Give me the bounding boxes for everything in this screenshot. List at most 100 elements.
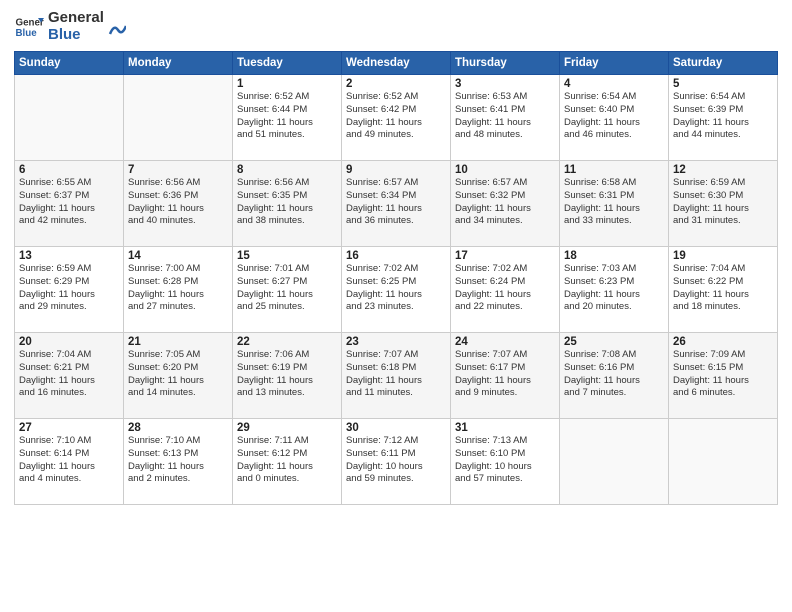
day-info: Sunrise: 7:09 AM Sunset: 6:15 PM Dayligh… <box>673 349 773 400</box>
weekday-header-friday: Friday <box>560 52 669 75</box>
day-number: 2 <box>346 78 446 90</box>
calendar-cell: 24Sunrise: 7:07 AM Sunset: 6:17 PM Dayli… <box>451 333 560 419</box>
day-number: 20 <box>19 336 119 348</box>
day-number: 12 <box>673 164 773 176</box>
weekday-header-monday: Monday <box>124 52 233 75</box>
day-info: Sunrise: 7:02 AM Sunset: 6:24 PM Dayligh… <box>455 263 555 314</box>
calendar-cell: 5Sunrise: 6:54 AM Sunset: 6:39 PM Daylig… <box>669 75 778 161</box>
day-number: 11 <box>564 164 664 176</box>
day-info: Sunrise: 7:02 AM Sunset: 6:25 PM Dayligh… <box>346 263 446 314</box>
day-info: Sunrise: 7:08 AM Sunset: 6:16 PM Dayligh… <box>564 349 664 400</box>
weekday-header-tuesday: Tuesday <box>233 52 342 75</box>
calendar-cell: 31Sunrise: 7:13 AM Sunset: 6:10 PM Dayli… <box>451 419 560 505</box>
calendar-cell: 27Sunrise: 7:10 AM Sunset: 6:14 PM Dayli… <box>15 419 124 505</box>
day-number: 5 <box>673 78 773 90</box>
day-info: Sunrise: 7:04 AM Sunset: 6:22 PM Dayligh… <box>673 263 773 314</box>
logo-icon: General Blue <box>14 12 44 42</box>
calendar-cell: 1Sunrise: 6:52 AM Sunset: 6:44 PM Daylig… <box>233 75 342 161</box>
day-number: 15 <box>237 250 337 262</box>
weekday-header-saturday: Saturday <box>669 52 778 75</box>
day-number: 6 <box>19 164 119 176</box>
day-info: Sunrise: 7:05 AM Sunset: 6:20 PM Dayligh… <box>128 349 228 400</box>
day-number: 23 <box>346 336 446 348</box>
day-info: Sunrise: 7:12 AM Sunset: 6:11 PM Dayligh… <box>346 435 446 486</box>
week-row-1: 1Sunrise: 6:52 AM Sunset: 6:44 PM Daylig… <box>15 75 778 161</box>
day-number: 30 <box>346 422 446 434</box>
calendar-cell: 3Sunrise: 6:53 AM Sunset: 6:41 PM Daylig… <box>451 75 560 161</box>
calendar-cell: 18Sunrise: 7:03 AM Sunset: 6:23 PM Dayli… <box>560 247 669 333</box>
calendar-cell: 12Sunrise: 6:59 AM Sunset: 6:30 PM Dayli… <box>669 161 778 247</box>
day-number: 28 <box>128 422 228 434</box>
svg-text:Blue: Blue <box>16 28 38 39</box>
day-number: 29 <box>237 422 337 434</box>
calendar-cell: 2Sunrise: 6:52 AM Sunset: 6:42 PM Daylig… <box>342 75 451 161</box>
day-info: Sunrise: 6:53 AM Sunset: 6:41 PM Dayligh… <box>455 91 555 142</box>
day-info: Sunrise: 6:55 AM Sunset: 6:37 PM Dayligh… <box>19 177 119 228</box>
weekday-header-thursday: Thursday <box>451 52 560 75</box>
calendar-cell: 17Sunrise: 7:02 AM Sunset: 6:24 PM Dayli… <box>451 247 560 333</box>
day-info: Sunrise: 6:56 AM Sunset: 6:36 PM Dayligh… <box>128 177 228 228</box>
day-number: 19 <box>673 250 773 262</box>
day-info: Sunrise: 7:07 AM Sunset: 6:18 PM Dayligh… <box>346 349 446 400</box>
weekday-header-row: SundayMondayTuesdayWednesdayThursdayFrid… <box>15 52 778 75</box>
day-number: 25 <box>564 336 664 348</box>
day-info: Sunrise: 7:10 AM Sunset: 6:14 PM Dayligh… <box>19 435 119 486</box>
calendar-cell: 26Sunrise: 7:09 AM Sunset: 6:15 PM Dayli… <box>669 333 778 419</box>
calendar-cell <box>669 419 778 505</box>
calendar-cell: 23Sunrise: 7:07 AM Sunset: 6:18 PM Dayli… <box>342 333 451 419</box>
day-info: Sunrise: 6:56 AM Sunset: 6:35 PM Dayligh… <box>237 177 337 228</box>
day-number: 3 <box>455 78 555 90</box>
day-number: 10 <box>455 164 555 176</box>
calendar-cell <box>15 75 124 161</box>
day-info: Sunrise: 7:06 AM Sunset: 6:19 PM Dayligh… <box>237 349 337 400</box>
calendar-cell: 4Sunrise: 6:54 AM Sunset: 6:40 PM Daylig… <box>560 75 669 161</box>
day-info: Sunrise: 6:52 AM Sunset: 6:44 PM Dayligh… <box>237 91 337 142</box>
calendar-cell: 11Sunrise: 6:58 AM Sunset: 6:31 PM Dayli… <box>560 161 669 247</box>
day-number: 27 <box>19 422 119 434</box>
calendar-cell: 13Sunrise: 6:59 AM Sunset: 6:29 PM Dayli… <box>15 247 124 333</box>
header: General Blue General Blue <box>14 10 778 43</box>
day-info: Sunrise: 7:00 AM Sunset: 6:28 PM Dayligh… <box>128 263 228 314</box>
calendar-cell: 10Sunrise: 6:57 AM Sunset: 6:32 PM Dayli… <box>451 161 560 247</box>
day-info: Sunrise: 6:52 AM Sunset: 6:42 PM Dayligh… <box>346 91 446 142</box>
calendar-table: SundayMondayTuesdayWednesdayThursdayFrid… <box>14 51 778 505</box>
day-number: 22 <box>237 336 337 348</box>
calendar-cell: 25Sunrise: 7:08 AM Sunset: 6:16 PM Dayli… <box>560 333 669 419</box>
day-info: Sunrise: 7:11 AM Sunset: 6:12 PM Dayligh… <box>237 435 337 486</box>
day-number: 7 <box>128 164 228 176</box>
logo-general: General <box>48 10 104 27</box>
day-number: 21 <box>128 336 228 348</box>
day-info: Sunrise: 6:54 AM Sunset: 6:40 PM Dayligh… <box>564 91 664 142</box>
calendar-cell: 20Sunrise: 7:04 AM Sunset: 6:21 PM Dayli… <box>15 333 124 419</box>
day-number: 16 <box>346 250 446 262</box>
day-number: 8 <box>237 164 337 176</box>
calendar-cell: 8Sunrise: 6:56 AM Sunset: 6:35 PM Daylig… <box>233 161 342 247</box>
logo: General Blue General Blue <box>14 10 126 43</box>
calendar-cell: 21Sunrise: 7:05 AM Sunset: 6:20 PM Dayli… <box>124 333 233 419</box>
logo-blue: Blue <box>48 27 104 44</box>
calendar-cell: 16Sunrise: 7:02 AM Sunset: 6:25 PM Dayli… <box>342 247 451 333</box>
day-number: 9 <box>346 164 446 176</box>
calendar-cell: 6Sunrise: 6:55 AM Sunset: 6:37 PM Daylig… <box>15 161 124 247</box>
day-info: Sunrise: 7:10 AM Sunset: 6:13 PM Dayligh… <box>128 435 228 486</box>
day-info: Sunrise: 7:07 AM Sunset: 6:17 PM Dayligh… <box>455 349 555 400</box>
day-number: 13 <box>19 250 119 262</box>
week-row-3: 13Sunrise: 6:59 AM Sunset: 6:29 PM Dayli… <box>15 247 778 333</box>
calendar-cell <box>560 419 669 505</box>
day-info: Sunrise: 6:54 AM Sunset: 6:39 PM Dayligh… <box>673 91 773 142</box>
day-info: Sunrise: 7:04 AM Sunset: 6:21 PM Dayligh… <box>19 349 119 400</box>
calendar-cell: 19Sunrise: 7:04 AM Sunset: 6:22 PM Dayli… <box>669 247 778 333</box>
day-number: 1 <box>237 78 337 90</box>
day-info: Sunrise: 6:57 AM Sunset: 6:34 PM Dayligh… <box>346 177 446 228</box>
day-number: 26 <box>673 336 773 348</box>
day-info: Sunrise: 7:01 AM Sunset: 6:27 PM Dayligh… <box>237 263 337 314</box>
calendar-cell: 14Sunrise: 7:00 AM Sunset: 6:28 PM Dayli… <box>124 247 233 333</box>
day-info: Sunrise: 7:03 AM Sunset: 6:23 PM Dayligh… <box>564 263 664 314</box>
calendar-cell: 29Sunrise: 7:11 AM Sunset: 6:12 PM Dayli… <box>233 419 342 505</box>
day-number: 4 <box>564 78 664 90</box>
day-number: 17 <box>455 250 555 262</box>
week-row-4: 20Sunrise: 7:04 AM Sunset: 6:21 PM Dayli… <box>15 333 778 419</box>
calendar-cell: 7Sunrise: 6:56 AM Sunset: 6:36 PM Daylig… <box>124 161 233 247</box>
calendar-cell: 30Sunrise: 7:12 AM Sunset: 6:11 PM Dayli… <box>342 419 451 505</box>
calendar-page: General Blue General Blue SundayMondayTu… <box>0 0 792 612</box>
